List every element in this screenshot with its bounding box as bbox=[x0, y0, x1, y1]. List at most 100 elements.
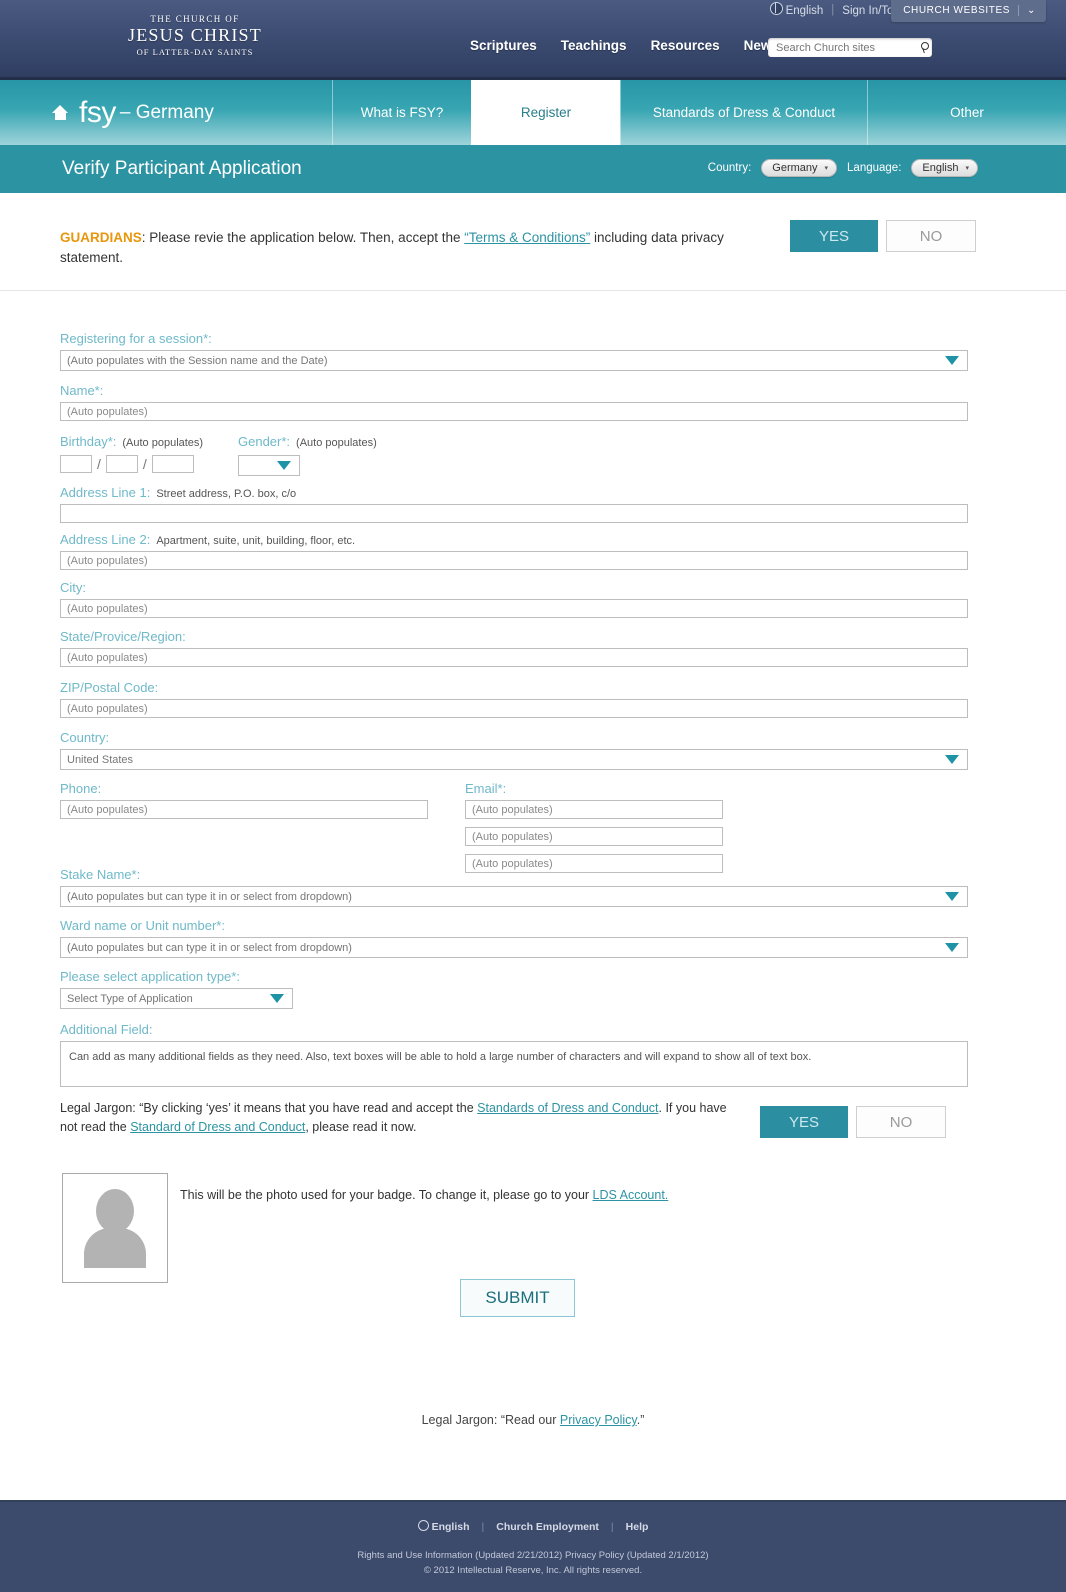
legal-text-3: , please read it now. bbox=[305, 1120, 417, 1135]
fsy-brand-home-link[interactable]: fsy – Germany bbox=[0, 80, 332, 145]
language-label: Language: bbox=[847, 162, 902, 174]
legal-no-button[interactable]: NO bbox=[856, 1106, 946, 1138]
home-icon[interactable] bbox=[52, 105, 69, 120]
guardians-label: GUARDIANS bbox=[60, 230, 142, 245]
legal-text-1: Legal Jargon: “By clicking ‘yes’ it mean… bbox=[60, 1101, 478, 1115]
page-title-bar: Verify Participant Application Country: … bbox=[0, 145, 1066, 193]
language-select[interactable]: English ▾ bbox=[911, 159, 978, 177]
chevron-down-icon: ⌄ bbox=[1027, 5, 1036, 16]
address2-label: Address Line 2: bbox=[60, 532, 151, 547]
lds-account-link[interactable]: LDS Account. bbox=[593, 1188, 669, 1202]
logo-line-3: OF LATTER-DAY SAINTS bbox=[136, 47, 254, 57]
field-session: Registering for a session*: (Auto popula… bbox=[60, 331, 968, 371]
app-type-select-value: Select Type of Application bbox=[67, 992, 193, 1005]
footer-legal-line-1: Rights and Use Information (Updated 2/21… bbox=[357, 1550, 709, 1561]
field-phone: Phone: (Auto populates) bbox=[60, 781, 428, 819]
search-icon[interactable] bbox=[920, 42, 931, 53]
session-select[interactable]: (Auto populates with the Session name an… bbox=[60, 350, 968, 371]
name-input[interactable]: (Auto populates) bbox=[60, 402, 968, 421]
nav-item-resources[interactable]: Resources bbox=[651, 38, 720, 53]
church-search-box[interactable] bbox=[768, 38, 932, 57]
chevron-down-icon: ▾ bbox=[965, 165, 969, 172]
country-select[interactable]: Germany ▾ bbox=[761, 159, 838, 177]
field-stake-name: Stake Name*: (Auto populates but can typ… bbox=[60, 867, 968, 907]
guardian-no-button[interactable]: NO bbox=[886, 220, 976, 252]
language-select-value: English bbox=[922, 162, 959, 174]
church-websites-button[interactable]: CHURCH WEBSITES ⌄ bbox=[891, 0, 1046, 22]
chevron-down-icon bbox=[277, 461, 291, 470]
additional-label: Additional Field: bbox=[60, 1022, 153, 1037]
field-address-line-1: Address Line 1: Street address, P.O. box… bbox=[60, 485, 968, 523]
state-input[interactable]: (Auto populates) bbox=[60, 648, 968, 667]
legal-yes-button[interactable]: YES bbox=[760, 1106, 848, 1138]
footer-divider: | bbox=[610, 1520, 614, 1533]
zip-input[interactable]: (Auto populates) bbox=[60, 699, 968, 718]
birthday-separator: / bbox=[142, 456, 147, 472]
birthday-year-input[interactable] bbox=[151, 455, 194, 473]
additional-textarea[interactable]: Can add as many additional fields as the… bbox=[60, 1041, 968, 1087]
legal-jargon-text: Legal Jargon: “By clicking ‘yes’ it mean… bbox=[60, 1099, 740, 1138]
badge-photo-frame[interactable] bbox=[62, 1173, 168, 1283]
country-field-value: United States bbox=[67, 753, 134, 766]
guardian-yes-no-group: YES NO bbox=[790, 220, 976, 252]
guardian-yes-button[interactable]: YES bbox=[790, 220, 878, 252]
stake-select-value: (Auto populates but can type it in or se… bbox=[67, 890, 352, 903]
email-input-2[interactable]: (Auto populates) bbox=[465, 827, 723, 846]
chevron-down-icon bbox=[945, 943, 959, 952]
footer-language-selector[interactable]: English bbox=[417, 1520, 470, 1533]
address2-input[interactable]: (Auto populates) bbox=[60, 551, 968, 570]
standards-of-dress-link[interactable]: Standards of Dress and Conduct bbox=[477, 1101, 658, 1115]
tab-standards-of-dress-conduct[interactable]: Standards of Dress & Conduct bbox=[620, 80, 867, 145]
nav-item-teachings[interactable]: Teachings bbox=[561, 38, 627, 53]
field-application-type: Please select application type*: Select … bbox=[60, 969, 293, 1009]
footer-link-help[interactable]: Help bbox=[626, 1521, 649, 1533]
guardian-notice-section: GUARDIANS: Please revie the application … bbox=[0, 193, 1066, 291]
phone-label: Phone: bbox=[60, 781, 102, 796]
standard-of-dress-link[interactable]: Standard of Dress and Conduct bbox=[130, 1120, 305, 1134]
field-state: State/Provice/Region: (Auto populates) bbox=[60, 629, 968, 667]
tab-what-is-fsy[interactable]: What is FSY? bbox=[332, 80, 471, 145]
birthday-month-input[interactable] bbox=[60, 455, 92, 473]
field-birthday: Birthday*: (Auto populates) / / bbox=[60, 434, 203, 473]
phone-input[interactable]: (Auto populates) bbox=[60, 800, 428, 819]
church-logo[interactable]: THE CHURCH OF JESUS CHRIST OF LATTER-DAY… bbox=[110, 14, 280, 57]
language-selector[interactable]: English bbox=[769, 2, 824, 17]
fsy-brand-country: – Germany bbox=[119, 101, 214, 123]
search-input[interactable] bbox=[774, 40, 920, 55]
chevron-down-icon bbox=[945, 356, 959, 365]
submit-button[interactable]: SUBMIT bbox=[460, 1279, 575, 1317]
language-selector-label: English bbox=[785, 5, 824, 17]
stake-select[interactable]: (Auto populates but can type it in or se… bbox=[60, 886, 968, 907]
privacy-policy-link[interactable]: Privacy Policy bbox=[560, 1413, 637, 1427]
city-input[interactable]: (Auto populates) bbox=[60, 599, 968, 618]
footer-divider: | bbox=[481, 1520, 485, 1533]
nav-item-scriptures[interactable]: Scriptures bbox=[470, 38, 537, 53]
gender-hint: (Auto populates) bbox=[296, 437, 377, 449]
tab-other[interactable]: Other bbox=[867, 80, 1066, 145]
footer-language-label: English bbox=[431, 1521, 470, 1533]
gender-select[interactable] bbox=[238, 455, 300, 476]
chevron-down-icon bbox=[270, 994, 284, 1003]
privacy-policy-line: Legal Jargon: “Read our Privacy Policy.” bbox=[0, 1413, 1066, 1427]
app-type-select[interactable]: Select Type of Application bbox=[60, 988, 293, 1009]
guardian-text-before: : Please revie the application below. Th… bbox=[141, 230, 465, 245]
field-gender: Gender*: (Auto populates) bbox=[238, 434, 377, 476]
ward-select-value: (Auto populates but can type it in or se… bbox=[67, 941, 352, 954]
avatar-placeholder-icon bbox=[96, 1189, 134, 1233]
field-email: Email*: (Auto populates) (Auto populates… bbox=[465, 781, 723, 873]
ward-label: Ward name or Unit number*: bbox=[60, 918, 225, 933]
address1-input[interactable] bbox=[60, 504, 968, 523]
stake-label: Stake Name*: bbox=[60, 867, 141, 882]
tab-register[interactable]: Register bbox=[471, 80, 620, 145]
footer-legal-line-2: © 2012 Intellectual Reserve, Inc. All ri… bbox=[423, 1564, 643, 1576]
ward-select[interactable]: (Auto populates but can type it in or se… bbox=[60, 937, 968, 958]
country-field-select[interactable]: United States bbox=[60, 749, 968, 770]
terms-conditions-link[interactable]: “Terms & Conditions” bbox=[464, 230, 590, 245]
badge-photo-block bbox=[62, 1173, 168, 1283]
birthday-day-input[interactable] bbox=[105, 455, 138, 473]
avatar-placeholder-body bbox=[84, 1228, 146, 1268]
country-select-value: Germany bbox=[772, 162, 818, 174]
field-additional: Additional Field: Can add as many additi… bbox=[60, 1022, 968, 1087]
footer-link-church-employment[interactable]: Church Employment bbox=[496, 1521, 599, 1533]
email-input-1[interactable]: (Auto populates) bbox=[465, 800, 723, 819]
